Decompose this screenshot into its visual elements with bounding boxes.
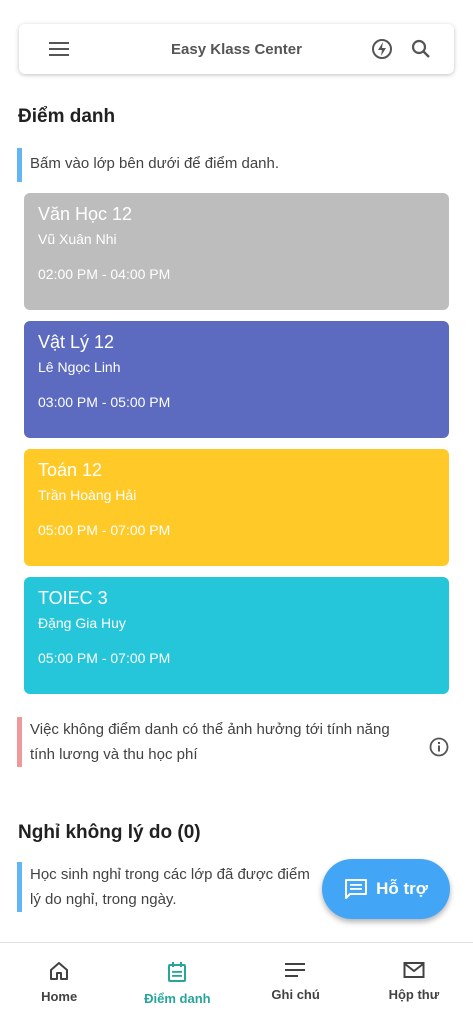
- chat-icon: [345, 879, 368, 899]
- flash-icon[interactable]: [364, 31, 400, 67]
- class-time: 05:00 PM - 07:00 PM: [38, 650, 171, 666]
- nav-label: Hộp thư: [388, 987, 440, 1002]
- home-icon: [50, 962, 69, 980]
- class-teacher: Vũ Xuân Nhi: [38, 231, 117, 247]
- support-label: Hỗ trợ: [376, 879, 428, 898]
- attendance-title: Điểm danh: [18, 106, 116, 127]
- absent-title: Nghỉ không lý do (0): [18, 822, 201, 843]
- notes-icon: [284, 963, 305, 977]
- info-icon[interactable]: [428, 736, 450, 758]
- nav-label: Điểm danh: [144, 991, 211, 1006]
- nav-item-notes[interactable]: Ghi chú: [237, 943, 355, 1024]
- absent-hint-line: Học sinh nghỉ trong các lớp đã được điểm: [30, 866, 310, 883]
- absent-hint-line: lý do nghỉ, trong ngày.: [30, 891, 177, 908]
- nav-item-attendance[interactable]: Điểm danh: [118, 943, 236, 1024]
- class-card-vat-ly-12[interactable]: Vật Lý 12 Lê Ngọc Linh 03:00 PM - 05:00 …: [24, 321, 449, 438]
- bottom-nav: Home Điểm danh Ghi chú Hộp thư: [0, 942, 473, 1024]
- class-teacher: Lê Ngọc Linh: [38, 359, 121, 375]
- class-card-toiec-3[interactable]: TOIEC 3 Đặng Gia Huy 05:00 PM - 07:00 PM: [24, 577, 449, 694]
- class-teacher: Đặng Gia Huy: [38, 615, 126, 631]
- class-card-van-hoc-12[interactable]: Văn Học 12 Vũ Xuân Nhi 02:00 PM - 04:00 …: [24, 193, 449, 310]
- mail-icon: [403, 962, 425, 978]
- nav-label: Home: [41, 989, 78, 1004]
- class-card-toan-12[interactable]: Toán 12 Trần Hoàng Hải 05:00 PM - 07:00 …: [24, 449, 449, 566]
- app-bar: Easy Klass Center: [19, 24, 454, 74]
- calendar-icon: [168, 962, 187, 982]
- nav-item-home[interactable]: Home: [0, 943, 118, 1024]
- class-name: TOIEC 3: [38, 588, 108, 608]
- nav-item-inbox[interactable]: Hộp thư: [355, 943, 473, 1024]
- class-time: 05:00 PM - 07:00 PM: [38, 522, 171, 538]
- class-time: 03:00 PM - 05:00 PM: [38, 394, 171, 410]
- search-icon[interactable]: [403, 31, 439, 67]
- class-name: Vật Lý 12: [38, 332, 115, 352]
- support-button[interactable]: Hỗ trợ: [322, 859, 450, 919]
- class-name: Toán 12: [38, 460, 103, 480]
- absent-hint: Học sinh nghỉ trong các lớp đã được điểm…: [17, 862, 357, 912]
- class-name: Văn Học 12: [38, 204, 133, 224]
- nav-label: Ghi chú: [271, 987, 320, 1002]
- class-teacher: Trần Hoàng Hải: [38, 487, 137, 503]
- attendance-warning: Việc không điểm danh có thể ảnh hưởng tớ…: [17, 717, 407, 767]
- attendance-hint: Bấm vào lớp bên dưới để điểm danh.: [17, 148, 447, 182]
- class-time: 02:00 PM - 04:00 PM: [38, 266, 171, 282]
